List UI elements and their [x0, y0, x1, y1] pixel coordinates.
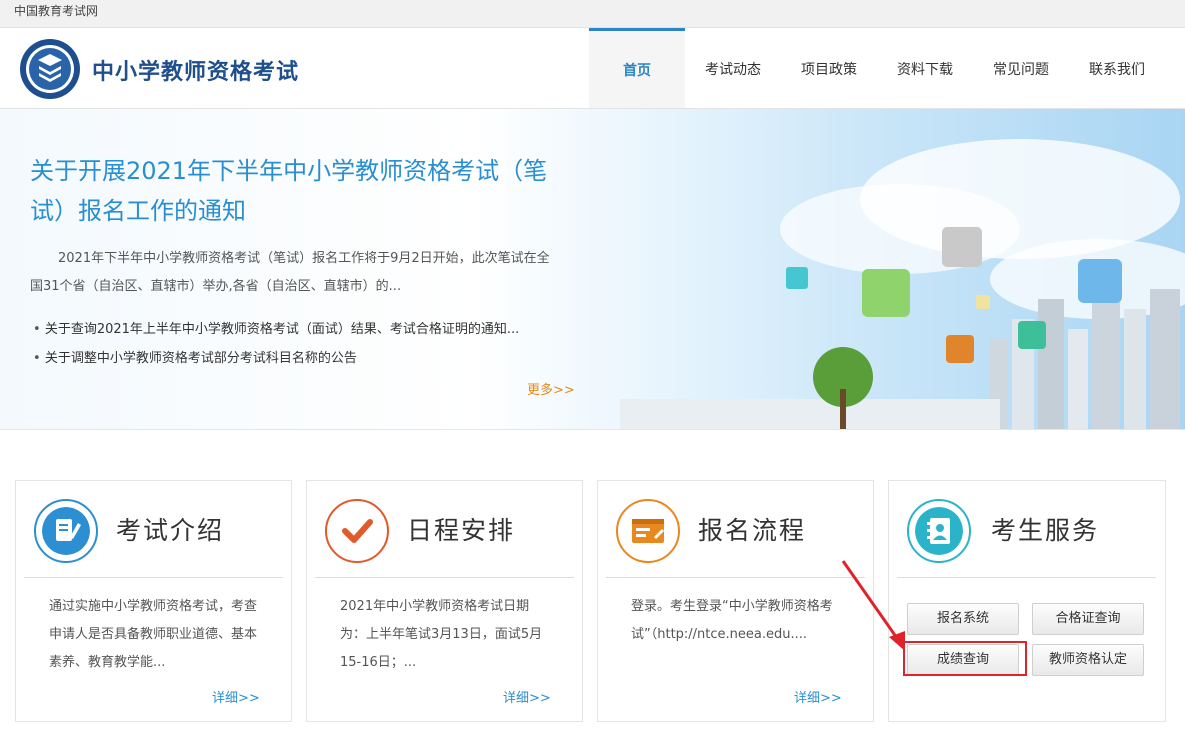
annotation-arrow-icon — [841, 560, 905, 651]
card-divider — [315, 577, 574, 578]
site-network-name: 中国教育考试网 — [14, 4, 99, 18]
card-registration-process: 报名流程 登录。考生登录“中小学教师资格考试”（http://ntce.neea… — [597, 480, 874, 722]
card-icon-wrapper — [616, 499, 680, 563]
nav-downloads[interactable]: 资料下载 — [877, 28, 973, 108]
more-news-link[interactable]: 更多>> — [527, 379, 575, 398]
card-title: 报名流程 — [698, 516, 807, 545]
card-text: 2021年中小学教师资格考试日期为：上半年笔试3月13日，面试5月15-16日；… — [340, 599, 543, 670]
card-more-link[interactable]: 详细>> — [212, 687, 260, 706]
card-text: 通过实施中小学教师资格考试，考查申请人是否具备教师职业道德、基本素养、教育教学能… — [49, 599, 258, 670]
card-icon-wrapper — [325, 499, 389, 563]
teacher-qualification-button[interactable]: 教师资格认定 — [1032, 644, 1144, 676]
card-divider — [606, 577, 865, 578]
nav-faq[interactable]: 常见问题 — [973, 28, 1069, 108]
nav-contact[interactable]: 联系我们 — [1069, 28, 1165, 108]
card-exam-intro: 考试介绍 通过实施中小学教师资格考试，考查申请人是否具备教师职业道德、基本素养、… — [15, 480, 292, 722]
news-item[interactable]: 关于调整中小学教师资格考试部分考试科目名称的公告 — [33, 344, 563, 373]
nav-exam-news[interactable]: 考试动态 — [685, 28, 781, 108]
card-schedule: 日程安排 2021年中小学教师资格考试日期为：上半年笔试3月13日，面试5月15… — [306, 480, 583, 722]
header: 中小学教师资格考试 首页 考试动态 项目政策 资料下载 常见问题 联系我们 — [0, 28, 1185, 109]
card-title: 考生服务 — [991, 516, 1100, 545]
checkmark-icon — [333, 507, 381, 555]
card-more-link[interactable]: 详细>> — [503, 687, 551, 706]
card-title: 日程安排 — [407, 516, 516, 545]
nav-policy[interactable]: 项目政策 — [781, 28, 877, 108]
site-title: 中小学教师资格考试 — [92, 60, 300, 85]
card-divider — [897, 577, 1156, 578]
logo-emblem-icon — [20, 39, 80, 99]
headline-link[interactable]: 关于开展2021年下半年中小学教师资格考试（笔试）报名工作的通知 — [30, 151, 570, 231]
banner-illustration — [620, 139, 1185, 429]
card-candidate-services: 考生服务 — [888, 480, 1166, 722]
contact-book-icon — [915, 507, 963, 555]
form-window-icon — [624, 507, 672, 555]
card-more-link[interactable]: 详细>> — [794, 687, 842, 706]
highlight-box — [903, 641, 1027, 676]
card-title: 考试介绍 — [116, 516, 225, 545]
news-banner: 关于开展2021年下半年中小学教师资格考试（笔试）报名工作的通知 2021年下半… — [0, 109, 1185, 430]
document-edit-icon — [42, 507, 90, 555]
card-icon-wrapper — [907, 499, 971, 563]
card-text: 登录。考生登录“中小学教师资格考试”（http://ntce.neea.edu.… — [631, 599, 833, 642]
card-icon-wrapper — [34, 499, 98, 563]
top-strip: 中国教育考试网 — [0, 0, 1185, 28]
certificate-query-button[interactable]: 合格证查询 — [1032, 603, 1144, 635]
headline-summary: 2021年下半年中小学教师资格考试（笔试）报名工作将于9月2日开始，此次笔试在全… — [30, 251, 550, 294]
registration-system-button[interactable]: 报名系统 — [907, 603, 1019, 635]
news-list: 关于查询2021年上半年中小学教师资格考试（面试）结果、考试合格证明的通知...… — [33, 315, 563, 373]
news-item[interactable]: 关于查询2021年上半年中小学教师资格考试（面试）结果、考试合格证明的通知... — [33, 315, 563, 344]
nav-home[interactable]: 首页 — [589, 28, 685, 108]
card-divider — [24, 577, 283, 578]
